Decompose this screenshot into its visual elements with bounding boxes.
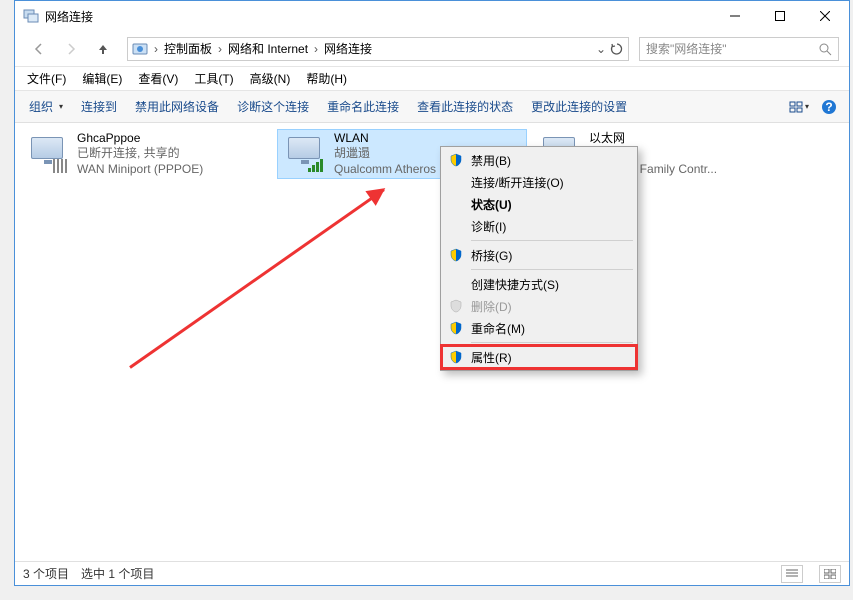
breadcrumb-item[interactable]: 网络连接 bbox=[320, 40, 376, 57]
wlan-adapter-icon bbox=[284, 135, 326, 173]
close-button[interactable] bbox=[802, 1, 847, 31]
svg-text:?: ? bbox=[825, 100, 832, 114]
menu-advanced[interactable]: 高级(N) bbox=[242, 68, 299, 89]
rename-connection-button[interactable]: 重命名此连接 bbox=[319, 94, 407, 119]
shield-icon bbox=[449, 248, 463, 262]
search-icon bbox=[818, 42, 832, 56]
change-settings-button[interactable]: 更改此连接的设置 bbox=[523, 94, 635, 119]
shield-icon bbox=[449, 153, 463, 167]
network-folder-icon bbox=[23, 8, 39, 24]
control-panel-icon bbox=[132, 41, 148, 57]
back-button[interactable] bbox=[25, 35, 53, 63]
network-connections-window: 网络连接 › 控制面板 › 网络和 Internet › 网络连接 ⌄ 搜索"网… bbox=[14, 0, 850, 586]
separator bbox=[471, 342, 633, 343]
connection-name: WLAN bbox=[334, 131, 436, 147]
titlebar: 网络连接 bbox=[15, 1, 849, 31]
minimize-button[interactable] bbox=[712, 1, 757, 31]
forward-button[interactable] bbox=[57, 35, 85, 63]
help-button[interactable]: ? bbox=[815, 95, 843, 119]
ctx-create-shortcut[interactable]: 创建快捷方式(S) bbox=[443, 273, 635, 295]
separator bbox=[471, 269, 633, 270]
ctx-bridge[interactable]: 桥接(G) bbox=[443, 244, 635, 266]
chevron-right-icon: › bbox=[312, 42, 320, 56]
menubar: 文件(F) 编辑(E) 查看(V) 工具(T) 高级(N) 帮助(H) bbox=[15, 67, 849, 91]
ctx-status[interactable]: 状态(U) bbox=[443, 193, 635, 215]
separator bbox=[471, 240, 633, 241]
connection-name: 以太网 bbox=[589, 131, 717, 147]
connection-device: Qualcomm Atheros bbox=[334, 162, 436, 178]
view-options-button[interactable] bbox=[785, 95, 813, 119]
nav-bar: › 控制面板 › 网络和 Internet › 网络连接 ⌄ 搜索"网络连接" bbox=[15, 31, 849, 67]
diagnose-button[interactable]: 诊断这个连接 bbox=[229, 94, 317, 119]
search-input[interactable]: 搜索"网络连接" bbox=[639, 37, 839, 61]
ctx-connect-disconnect[interactable]: 连接/断开连接(O) bbox=[443, 171, 635, 193]
organize-button[interactable]: 组织 bbox=[21, 94, 71, 119]
context-menu: 禁用(B) 连接/断开连接(O) 状态(U) 诊断(I) 桥接(G) 创建快捷方… bbox=[440, 146, 638, 371]
annotation-highlight bbox=[440, 344, 638, 370]
content-area: GhcaPppoe 已断开连接, 共享的 WAN Miniport (PPPOE… bbox=[15, 123, 849, 561]
menu-file[interactable]: 文件(F) bbox=[19, 68, 74, 89]
up-button[interactable] bbox=[89, 35, 117, 63]
pppoe-adapter-icon bbox=[27, 135, 69, 173]
search-placeholder: 搜索"网络连接" bbox=[646, 40, 818, 57]
disable-device-button[interactable]: 禁用此网络设备 bbox=[127, 94, 227, 119]
menu-help[interactable]: 帮助(H) bbox=[298, 68, 355, 89]
ctx-delete: 删除(D) bbox=[443, 295, 635, 317]
view-status-button[interactable]: 查看此连接的状态 bbox=[409, 94, 521, 119]
connect-to-button[interactable]: 连接到 bbox=[73, 94, 125, 119]
ctx-rename[interactable]: 重命名(M) bbox=[443, 317, 635, 339]
connection-item-pppoe[interactable]: GhcaPppoe 已断开连接, 共享的 WAN Miniport (PPPOE… bbox=[21, 129, 271, 179]
refresh-icon[interactable] bbox=[610, 42, 624, 56]
menu-edit[interactable]: 编辑(E) bbox=[74, 68, 130, 89]
maximize-button[interactable] bbox=[757, 1, 802, 31]
connection-status: 已断开连接, 共享的 bbox=[77, 146, 203, 162]
ctx-properties[interactable]: 属性(R) bbox=[443, 346, 635, 368]
shield-icon bbox=[449, 299, 463, 313]
status-bar: 3 个项目 选中 1 个项目 bbox=[15, 561, 849, 585]
menu-tools[interactable]: 工具(T) bbox=[186, 68, 241, 89]
breadcrumb-item[interactable]: 控制面板 bbox=[160, 40, 216, 57]
connection-device: WAN Miniport (PPPOE) bbox=[77, 162, 203, 178]
ctx-disable[interactable]: 禁用(B) bbox=[443, 149, 635, 171]
breadcrumb-item[interactable]: 网络和 Internet bbox=[224, 40, 312, 57]
details-view-button[interactable] bbox=[781, 565, 803, 583]
tiles-view-button[interactable] bbox=[819, 565, 841, 583]
connection-status: 胡邋遢 bbox=[334, 146, 436, 162]
window-title: 网络连接 bbox=[45, 8, 93, 25]
breadcrumb[interactable]: › 控制面板 › 网络和 Internet › 网络连接 ⌄ bbox=[127, 37, 629, 61]
connection-name: GhcaPppoe bbox=[77, 131, 203, 147]
chevron-right-icon: › bbox=[152, 42, 160, 56]
menu-view[interactable]: 查看(V) bbox=[130, 68, 186, 89]
ctx-diagnose[interactable]: 诊断(I) bbox=[443, 215, 635, 237]
selection-count: 选中 1 个项目 bbox=[81, 565, 154, 582]
toolbar: 组织 连接到 禁用此网络设备 诊断这个连接 重命名此连接 查看此连接的状态 更改… bbox=[15, 91, 849, 123]
item-count: 3 个项目 bbox=[23, 565, 69, 582]
shield-icon bbox=[449, 321, 463, 335]
shield-icon bbox=[449, 350, 463, 364]
chevron-down-icon[interactable]: ⌄ bbox=[596, 42, 606, 56]
chevron-right-icon: › bbox=[216, 42, 224, 56]
